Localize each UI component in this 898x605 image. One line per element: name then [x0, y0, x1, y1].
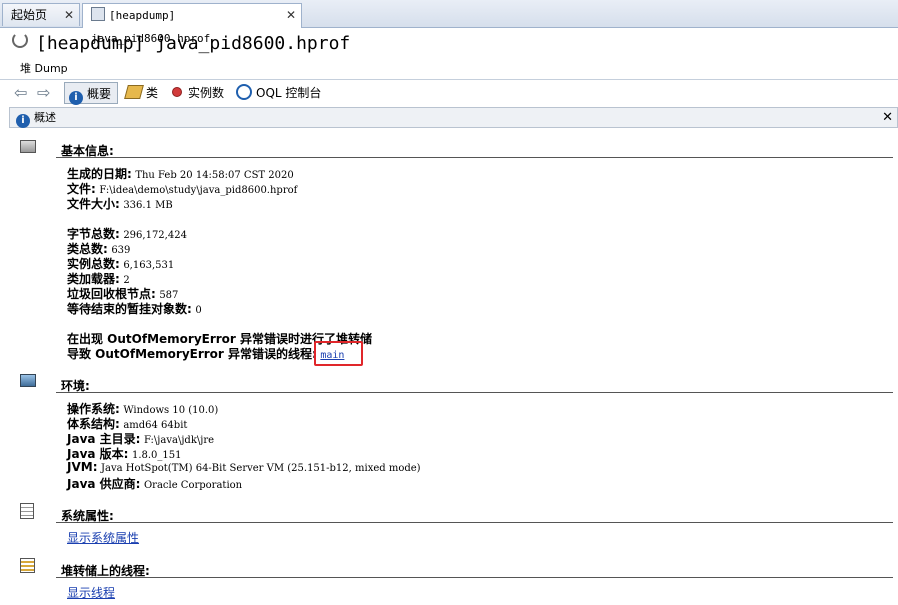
- document-icon: [20, 503, 34, 519]
- env-row-jvm: JVM: Java HotSpot(TM) 64-Bit Server VM (…: [67, 460, 421, 474]
- heapdump-icon: [91, 7, 105, 21]
- info-row-pending-finalization: 等待结束的暂挂对象数: 0: [67, 302, 202, 316]
- classes-icon: [124, 85, 144, 99]
- instance-icon: [172, 87, 182, 97]
- threads-row: 显示线程: [67, 584, 115, 601]
- tab-heapdump[interactable]: [heapdump] java_pid8600.hprof ✕: [82, 3, 302, 45]
- oql-icon: [236, 84, 252, 100]
- summary-button[interactable]: i 概要: [64, 82, 118, 105]
- toolbar: ⇦ ⇨ i 概要 类 实例数 OQL 控制台: [0, 80, 898, 106]
- info-icon: i: [16, 114, 30, 128]
- divider: [56, 157, 893, 158]
- highlight-box: [314, 341, 363, 366]
- back-arrow-icon[interactable]: ⇦: [14, 83, 27, 102]
- oom-thread-row: 导致 OutOfMemoryError 异常错误的线程: main: [67, 347, 345, 361]
- info-row-size: 文件大小: 336.1 MB: [67, 197, 173, 211]
- computer-icon: [20, 374, 36, 387]
- close-icon[interactable]: ✕: [64, 4, 74, 26]
- tab-label: 起始页: [11, 8, 48, 22]
- loading-spinner-icon: [12, 32, 28, 48]
- info-icon: i: [69, 91, 83, 105]
- divider: [56, 522, 893, 523]
- close-icon[interactable]: ✕: [882, 108, 893, 127]
- forward-arrow-icon[interactable]: ⇨: [37, 83, 50, 102]
- instances-button[interactable]: 实例数: [166, 82, 228, 104]
- sysprops-row: 显示系统属性: [67, 529, 139, 546]
- classes-button[interactable]: 类: [122, 82, 162, 104]
- show-system-properties-link[interactable]: 显示系统属性: [67, 531, 139, 545]
- tab-strip: 起始页 ✕ [heapdump] java_pid8600.hprof ✕: [0, 0, 898, 45]
- page-title: [heapdump] java_pid8600.hprof: [12, 32, 350, 54]
- oql-console-button[interactable]: OQL 控制台: [232, 82, 322, 104]
- database-icon: [20, 140, 36, 153]
- tab-start-page[interactable]: 起始页 ✕: [2, 3, 80, 26]
- threads-icon: [20, 558, 35, 573]
- show-threads-link[interactable]: 显示线程: [67, 586, 115, 600]
- heap-dump-subtab[interactable]: 堆 Dump: [0, 58, 898, 80]
- overview-header: i 概述 ✕: [9, 107, 898, 128]
- divider: [56, 577, 893, 578]
- divider: [56, 392, 893, 393]
- env-row-java-vendor: Java 供应商: Oracle Corporation: [67, 477, 243, 491]
- close-icon[interactable]: ✕: [286, 4, 296, 26]
